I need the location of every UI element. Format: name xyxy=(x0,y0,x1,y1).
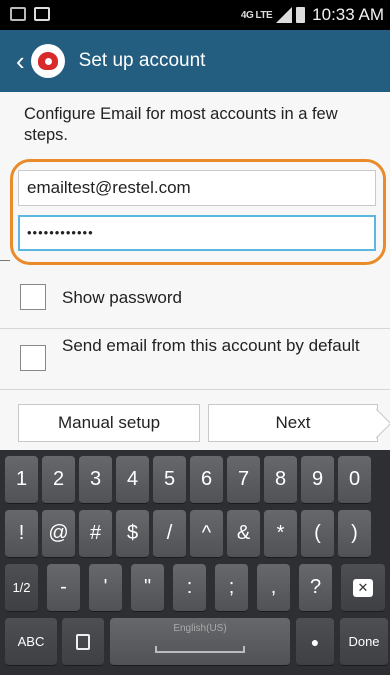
callout-line xyxy=(0,260,10,261)
key-ampersand[interactable]: & xyxy=(227,510,260,558)
voice-input-key[interactable]: ● xyxy=(296,618,334,666)
key-page-toggle[interactable]: 1/2 xyxy=(5,564,38,612)
page-title: Set up account xyxy=(78,50,206,71)
backspace-key[interactable]: ✕ xyxy=(341,564,385,612)
key-1[interactable]: 1 xyxy=(5,456,38,504)
intro-text: Configure Email for most accounts in a f… xyxy=(24,105,338,144)
abc-key[interactable]: ABC xyxy=(5,618,57,666)
show-password-label[interactable]: Show password xyxy=(62,287,182,308)
back-arrow-icon[interactable]: ‹ xyxy=(16,46,25,77)
key-at[interactable]: @ xyxy=(42,510,75,558)
key-close-paren[interactable]: ) xyxy=(338,510,371,558)
clipboard-icon xyxy=(76,633,90,650)
key-comma[interactable]: , xyxy=(257,564,290,612)
notification-icons xyxy=(10,7,50,21)
key-4[interactable]: 4 xyxy=(116,456,149,504)
screenshot-notification-icon xyxy=(34,7,50,21)
key-exclamation[interactable]: ! xyxy=(5,510,38,558)
key-7[interactable]: 7 xyxy=(227,456,260,504)
network-type-label: 4G LTE xyxy=(240,9,273,21)
key-hash[interactable]: # xyxy=(79,510,112,558)
manual-setup-button[interactable]: Manual setup xyxy=(18,404,200,442)
key-6[interactable]: 6 xyxy=(190,456,223,504)
key-slash[interactable]: / xyxy=(153,510,186,558)
key-8[interactable]: 8 xyxy=(264,456,297,504)
backspace-icon: ✕ xyxy=(352,578,374,597)
email-notification-icon xyxy=(10,7,26,21)
language-label: English(US) xyxy=(173,623,227,634)
key-0[interactable]: 0 xyxy=(338,456,371,504)
battery-icon xyxy=(296,7,306,23)
key-quote[interactable]: " xyxy=(131,564,164,612)
divider xyxy=(0,328,390,329)
key-question[interactable]: ? xyxy=(299,564,332,612)
key-5[interactable]: 5 xyxy=(153,456,186,504)
signal-strength-icon xyxy=(276,7,293,23)
space-key[interactable]: English(US) xyxy=(110,618,290,666)
key-colon[interactable]: : xyxy=(173,564,206,612)
email-app-icon[interactable] xyxy=(30,44,65,78)
key-3[interactable]: 3 xyxy=(79,456,112,504)
default-account-checkbox[interactable] xyxy=(20,345,46,371)
key-hyphen[interactable]: - xyxy=(47,564,80,612)
space-bar-icon xyxy=(155,646,245,653)
on-screen-keyboard: 1 2 3 4 5 6 7 8 9 0 ! @ # $ / ^ & * ( ) … xyxy=(0,450,390,675)
microphone-icon: ● xyxy=(310,633,320,650)
key-open-paren[interactable]: ( xyxy=(301,510,334,558)
divider xyxy=(0,389,390,390)
key-caret[interactable]: ^ xyxy=(190,510,223,558)
clock: 10:33 AM xyxy=(312,5,384,24)
key-apostrophe[interactable]: ' xyxy=(89,564,122,612)
key-9[interactable]: 9 xyxy=(301,456,334,504)
keyboard-settings-key[interactable] xyxy=(62,618,104,666)
key-2[interactable]: 2 xyxy=(42,456,75,504)
key-semicolon[interactable]: ; xyxy=(215,564,248,612)
status-indicators: 4G LTE 10:33 AM xyxy=(241,5,384,25)
show-password-checkbox[interactable] xyxy=(20,284,46,310)
action-bar: ‹ Set up account xyxy=(0,30,390,92)
key-dollar[interactable]: $ xyxy=(116,510,149,558)
done-key[interactable]: Done xyxy=(340,618,388,666)
default-account-label[interactable]: Send email from this account by default xyxy=(62,335,362,356)
fields-highlight-callout xyxy=(10,159,386,265)
key-asterisk[interactable]: * xyxy=(264,510,297,558)
status-bar: 4G LTE 10:33 AM xyxy=(0,0,390,30)
setup-form: Configure Email for most accounts in a f… xyxy=(0,92,390,450)
next-button[interactable]: Next xyxy=(208,404,378,442)
next-button-label: Next xyxy=(275,413,311,432)
